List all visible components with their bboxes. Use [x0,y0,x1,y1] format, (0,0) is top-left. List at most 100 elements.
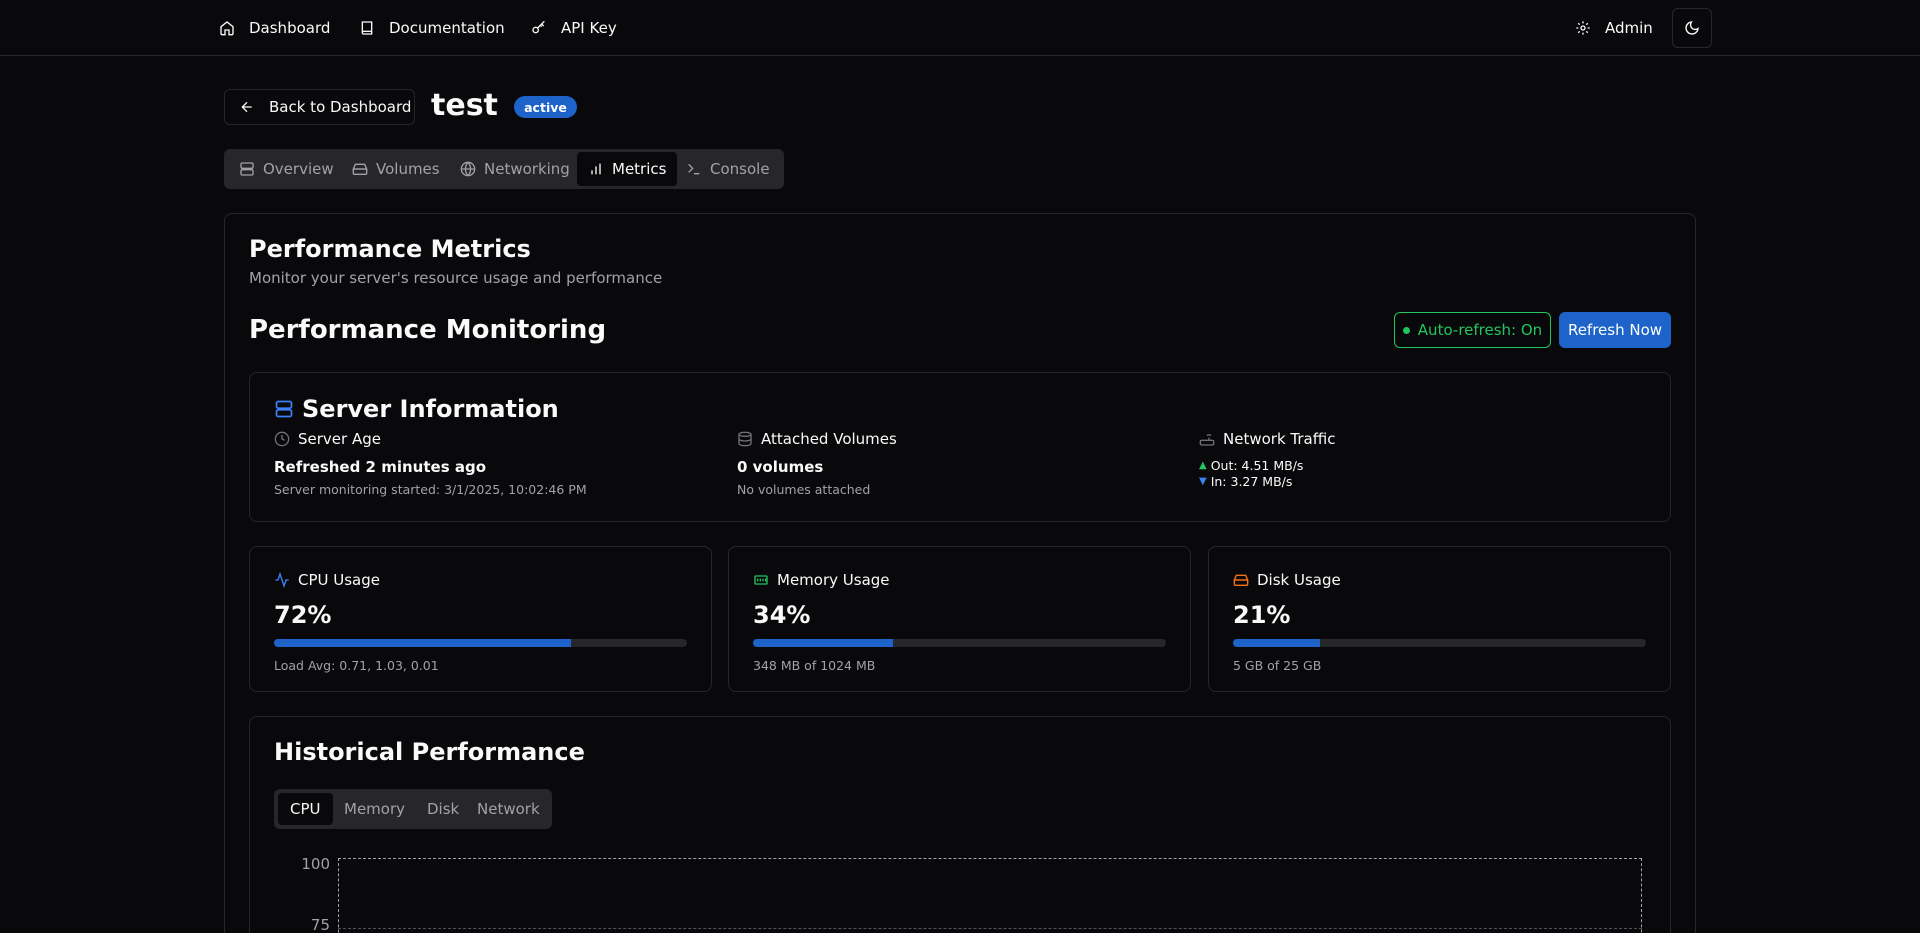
auto-refresh-toggle[interactable]: Auto-refresh: On [1394,312,1551,348]
terminal-icon [688,163,700,175]
tab-console[interactable]: Console [675,152,781,186]
tab-volumes[interactable]: Volumes [341,152,451,186]
nav-documentation-link[interactable]: Documentation [359,12,505,44]
cpu-progress-fill [274,639,572,647]
network-traffic-label: Network Traffic [1223,430,1336,448]
historical-performance-title: Historical Performance [274,738,585,766]
server-age-value: Refreshed 2 minutes ago [274,458,487,476]
clock-icon [274,431,290,447]
auto-refresh-label: Auto-refresh: On [1417,321,1543,339]
attached-volumes-value: 0 volumes [737,458,824,476]
disk-value: 21% [1233,601,1291,629]
cpu-progress-bar [274,639,687,647]
network-in: In: 3.27 MB/s [1210,474,1293,489]
hard-drive-icon [1233,574,1249,586]
tab-console-label: Console [710,160,770,178]
disk-progress-bar [1233,639,1646,647]
disk-sub: 5 GB of 25 GB [1233,658,1322,673]
arrow-down-icon: ▼ [1199,476,1207,487]
memory-label: Memory Usage [777,571,890,589]
hard-drive-icon [352,163,368,175]
memory-progress-bar [753,639,1166,647]
top-navigation: Dashboard Documentation API Key Admin [0,0,1920,56]
arrow-up-icon: ▲ [1199,460,1207,471]
server-age-sub: Server monitoring started: 3/1/2025, 10:… [274,482,587,497]
history-gridline-75 [338,928,1642,929]
back-label: Back to Dashboard [269,98,412,116]
tab-networking-label: Networking [484,160,570,178]
nav-api-key-link[interactable]: API Key [531,12,617,44]
history-tab-memory[interactable]: Memory [332,793,417,825]
router-icon [1199,434,1215,446]
tab-volumes-label: Volumes [376,160,440,178]
moon-icon [1685,21,1699,35]
y-tick-100: 100 [301,855,330,873]
back-to-dashboard-button[interactable]: Back to Dashboard [224,89,415,125]
server-icon [275,400,293,418]
home-icon [220,21,234,36]
key-icon [532,20,545,34]
refresh-now-button[interactable]: Refresh Now [1559,312,1671,348]
tab-networking[interactable]: Networking [449,152,581,186]
network-traffic-label-row: Network Traffic [1199,430,1335,448]
nav-dashboard-link[interactable]: Dashboard [219,12,330,44]
attached-volumes-sub: No volumes attached [737,482,871,497]
nav-admin-label: Admin [1605,19,1653,37]
attached-volumes-label-row: Attached Volumes [737,430,897,448]
server-tabs: Overview Volumes Networking Metrics Cons… [224,149,784,189]
network-out: Out: 4.51 MB/s [1210,458,1304,473]
disk-usage-panel: Disk Usage 21% 5 GB of 25 GB [1208,546,1671,692]
server-age-label: Server Age [298,430,381,448]
bar-chart-icon [591,163,601,175]
disk-progress-fill [1233,639,1320,647]
tab-overview-label: Overview [263,160,334,178]
server-information-panel: Server Information Server Age Refreshed … [249,372,1671,522]
y-tick-75: 75 [310,916,330,933]
attached-volumes-label: Attached Volumes [761,430,897,448]
history-tab-disk[interactable]: Disk [415,793,471,825]
server-icon [240,162,254,176]
tab-metrics-label: Metrics [612,160,667,178]
history-tabs: CPU Memory Disk Network [274,789,552,829]
book-icon [361,21,373,35]
memory-sub: 348 MB of 1024 MB [753,658,876,673]
nav-admin-link[interactable]: Admin [1575,12,1653,44]
cpu-value: 72% [274,601,332,629]
monitoring-title: Performance Monitoring [249,315,607,345]
server-name: test [431,88,498,123]
nav-dashboard-label: Dashboard [249,19,331,37]
memory-title-row: Memory Usage [753,571,890,589]
status-dot-icon [1402,326,1410,334]
history-tab-network[interactable]: Network [465,793,552,825]
nav-api-key-label: API Key [561,19,617,37]
cpu-title-row: CPU Usage [274,571,380,589]
memory-usage-panel: Memory Usage 34% 348 MB of 1024 MB [728,546,1191,692]
theme-toggle-button[interactable] [1672,8,1712,48]
server-age-label-row: Server Age [274,430,381,448]
arrow-left-icon [241,101,252,113]
gear-icon [1576,21,1590,35]
tab-metrics[interactable]: Metrics [577,152,678,186]
database-icon [738,431,752,447]
cpu-load-average: Load Avg: 0.71, 1.03, 0.01 [274,658,439,673]
cpu-label: CPU Usage [298,571,381,589]
cpu-usage-panel: CPU Usage 72% Load Avg: 0.71, 1.03, 0.01 [249,546,712,692]
memory-progress-fill [753,639,894,647]
globe-icon [460,161,476,177]
tab-overview[interactable]: Overview [228,152,345,186]
memory-chip-icon [754,575,768,585]
disk-label: Disk Usage [1257,571,1341,589]
history-chart-area [338,858,1642,933]
history-tab-cpu[interactable]: CPU [278,793,333,825]
activity-icon [275,572,289,588]
server-info-header: Server Information [274,395,559,423]
metrics-title: Performance Metrics [249,235,531,263]
metrics-subtitle: Monitor your server's resource usage and… [249,269,663,287]
network-out-row: ▲ Out: 4.51 MB/s [1199,458,1303,473]
disk-title-row: Disk Usage [1233,571,1341,589]
nav-documentation-label: Documentation [389,19,505,37]
memory-value: 34% [753,601,811,629]
network-in-row: ▼ In: 3.27 MB/s [1199,474,1292,489]
status-badge: active [514,96,577,118]
server-info-title: Server Information [302,395,559,423]
